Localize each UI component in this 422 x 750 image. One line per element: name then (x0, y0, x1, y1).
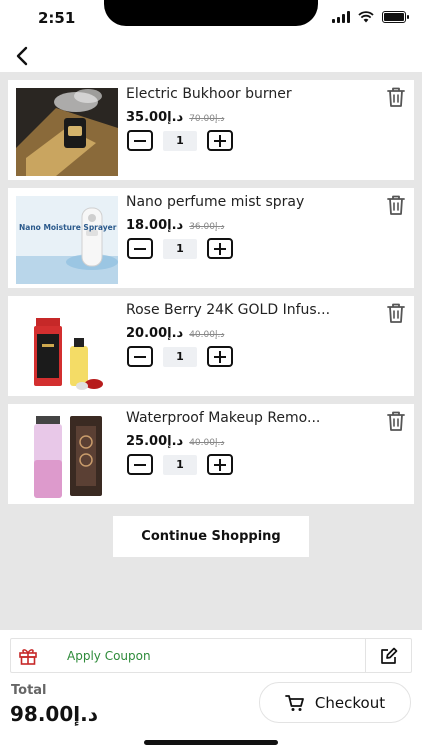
edit-icon (380, 647, 397, 664)
cart-item: Electric Bukhoor burner 35.00د.إ 70.00د.… (8, 80, 414, 180)
decrease-quantity-button[interactable] (127, 130, 153, 151)
wifi-icon (358, 11, 374, 23)
checkout-label: Checkout (314, 693, 386, 712)
apply-coupon-label: Apply Coupon (67, 648, 151, 663)
minus-icon (134, 247, 146, 250)
increase-quantity-button[interactable] (207, 454, 233, 475)
battery-icon (382, 11, 409, 23)
product-title[interactable]: Nano perfume mist spray (126, 194, 304, 210)
product-image-makeup-remover[interactable] (16, 412, 118, 500)
product-image-rose-berry[interactable] (16, 304, 118, 392)
product-price: 25.00د.إ (126, 434, 184, 449)
price-row: 18.00د.إ 36.00د.إ (126, 218, 224, 233)
cart-list: Electric Bukhoor burner 35.00د.إ 70.00د.… (8, 80, 414, 512)
nav-bar (0, 40, 422, 72)
quantity-value: 1 (163, 346, 197, 367)
total-value: 98.00د.إ (10, 702, 98, 726)
quantity-stepper: 1 (127, 130, 233, 151)
gift-icon (19, 648, 37, 665)
trash-icon (387, 195, 405, 215)
cellular-signal-icon (332, 11, 350, 23)
price-row: 20.00د.إ 40.00د.إ (126, 326, 224, 341)
apply-coupon-row[interactable]: Apply Coupon (10, 638, 412, 673)
cart-item: Nano Moisture Sprayer Nano perfume mist … (8, 188, 414, 288)
remove-item-button[interactable] (386, 86, 406, 108)
quantity-stepper: 1 (127, 454, 233, 475)
product-image-nano-mist-spray[interactable]: Nano Moisture Sprayer (16, 196, 118, 284)
minus-icon (134, 139, 146, 142)
product-title[interactable]: Electric Bukhoor burner (126, 86, 292, 102)
status-time: 2:51 (38, 9, 76, 27)
checkout-panel: Apply Coupon Total 98.00د.إ Checkout (0, 630, 422, 750)
cart-item: Waterproof Makeup Remo... 25.00د.إ 40.00… (8, 404, 414, 504)
quantity-stepper: 1 (127, 238, 233, 259)
decrease-quantity-button[interactable] (127, 454, 153, 475)
minus-icon (134, 355, 146, 358)
increase-quantity-button[interactable] (207, 130, 233, 151)
increase-quantity-button[interactable] (207, 346, 233, 367)
cart-item: Rose Berry 24K GOLD Infus... 20.00د.إ 40… (8, 296, 414, 396)
product-price: 20.00د.إ (126, 326, 184, 341)
price-row: 25.00د.إ 40.00د.إ (126, 434, 224, 449)
edit-coupon-button[interactable] (365, 639, 411, 672)
continue-shopping-button[interactable]: Continue Shopping (113, 516, 309, 557)
product-old-price: 70.00د.إ (189, 114, 225, 124)
product-price: 18.00د.إ (126, 218, 184, 233)
product-image-text: Nano Moisture Sprayer (19, 223, 117, 232)
home-indicator (144, 740, 278, 745)
quantity-value: 1 (163, 130, 197, 151)
status-bar: 2:51 (0, 0, 422, 40)
status-icons (332, 11, 409, 23)
back-button[interactable] (8, 42, 36, 70)
cart-icon (285, 694, 304, 711)
trash-icon (387, 87, 405, 107)
trash-icon (387, 411, 405, 431)
decrease-quantity-button[interactable] (127, 238, 153, 259)
remove-item-button[interactable] (386, 194, 406, 216)
device-notch (104, 0, 318, 26)
quantity-value: 1 (163, 238, 197, 259)
remove-item-button[interactable] (386, 302, 406, 324)
product-image-bukhoor-burner[interactable] (16, 88, 118, 176)
product-old-price: 36.00د.إ (189, 222, 225, 232)
product-old-price: 40.00د.إ (189, 438, 225, 448)
product-title[interactable]: Waterproof Makeup Remo... (126, 410, 320, 426)
quantity-value: 1 (163, 454, 197, 475)
total-label: Total (11, 683, 47, 698)
price-row: 35.00د.إ 70.00د.إ (126, 110, 224, 125)
quantity-stepper: 1 (127, 346, 233, 367)
product-old-price: 40.00د.إ (189, 330, 225, 340)
chevron-left-icon (16, 46, 28, 66)
checkout-button[interactable]: Checkout (259, 682, 411, 723)
product-title[interactable]: Rose Berry 24K GOLD Infus... (126, 302, 330, 318)
remove-item-button[interactable] (386, 410, 406, 432)
increase-quantity-button[interactable] (207, 238, 233, 259)
minus-icon (134, 463, 146, 466)
product-price: 35.00د.إ (126, 110, 184, 125)
trash-icon (387, 303, 405, 323)
decrease-quantity-button[interactable] (127, 346, 153, 367)
